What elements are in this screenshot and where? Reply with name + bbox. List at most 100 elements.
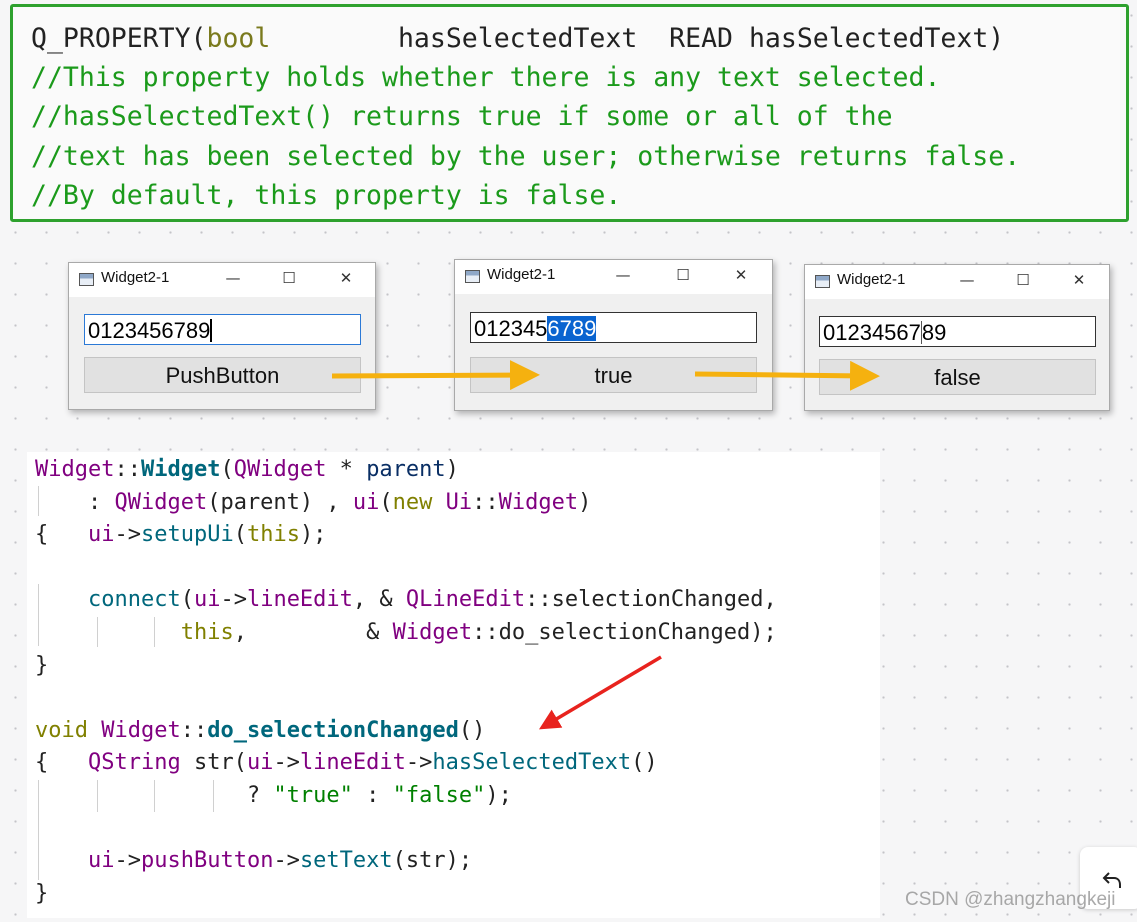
code-token: QWidget	[233, 457, 327, 482]
code-token: Widget	[140, 457, 221, 482]
line-edit[interactable]: 0123456789	[84, 314, 361, 345]
code-token: ::	[472, 489, 499, 515]
source-code-panel: Widget::Widget(QWidget * parent) : QWidg…	[27, 452, 880, 918]
window-titlebar[interactable]: Widget2-1 — ☐ ✕	[805, 265, 1109, 299]
code-token: ui	[352, 489, 380, 515]
window-titlebar[interactable]: Widget2-1 — ☐ ✕	[69, 263, 375, 297]
code-token: QLineEdit	[405, 587, 526, 613]
code-token: )	[578, 489, 592, 515]
code-token: ::	[180, 717, 208, 743]
code-token: (parent) ,	[207, 489, 353, 515]
line-edit-text-after: 89	[921, 320, 947, 345]
line-edit-text: 0123456789	[88, 318, 211, 343]
code-token: }	[35, 652, 49, 678]
minimize-icon[interactable]: —	[613, 264, 633, 286]
code-token: ->	[220, 587, 247, 613]
code-token: );	[299, 522, 327, 548]
code-token: QWidget	[114, 489, 208, 515]
code-token: Widget	[498, 489, 579, 515]
line-edit-text: 012345	[474, 316, 548, 341]
code-token: hasSelectedText	[432, 750, 632, 776]
code-token: :	[35, 489, 115, 515]
code-token: pushButton	[140, 848, 274, 874]
q-property-macro: Q_PROPERTY(	[31, 23, 207, 54]
code-token: , &	[233, 619, 393, 645]
code-token: ->	[114, 848, 141, 874]
code-token: )	[445, 457, 459, 482]
code-token: Widget	[35, 457, 115, 482]
code-token: (	[233, 522, 247, 548]
code-token: Widget	[101, 717, 181, 743]
window-title: Widget2-1	[487, 266, 556, 283]
push-button[interactable]: PushButton	[84, 357, 361, 393]
bool-type: bool	[206, 23, 271, 54]
code-token: ui	[246, 750, 274, 776]
code-token: "false"	[392, 782, 486, 808]
code-token: (	[180, 587, 194, 613]
code-token: setText	[299, 848, 393, 874]
source-code: Widget::Widget(QWidget * parent) : QWidg…	[27, 452, 880, 910]
selected-text: 6789	[547, 316, 597, 341]
code-token: ?	[35, 782, 274, 808]
code-token: Ui	[445, 489, 473, 515]
code-token: ::	[114, 457, 141, 482]
code-token: (	[220, 457, 234, 482]
code-token: str(	[180, 750, 247, 776]
code-token: ()	[458, 717, 486, 743]
code-token: ()	[631, 750, 658, 776]
minimize-icon[interactable]: —	[957, 269, 977, 291]
code-token: do_selectionChanged	[207, 717, 459, 743]
code-token: this	[246, 522, 300, 548]
code-token: this	[180, 619, 234, 645]
app-window-icon	[815, 275, 830, 288]
push-button[interactable]: false	[819, 359, 1096, 395]
close-icon[interactable]: ✕	[731, 264, 751, 286]
code-token: ->	[114, 522, 141, 548]
widget-window-deselected: Widget2-1 — ☐ ✕ 0123456789 false	[804, 264, 1110, 411]
code-token: ui	[87, 522, 115, 548]
close-icon[interactable]: ✕	[1069, 269, 1089, 291]
code-token: ->	[405, 750, 433, 776]
widget-window-initial: Widget2-1 — ☐ ✕ 0123456789 PushButton	[68, 262, 376, 410]
code-token: (	[379, 489, 393, 515]
code-token: lineEdit	[246, 587, 353, 613]
csdn-watermark: CSDN @zhangzhangkeji	[905, 889, 1116, 910]
maximize-icon[interactable]: ☐	[1013, 269, 1033, 291]
code-token: ::do_selectionChanged);	[472, 619, 777, 645]
code-token: ::selectionChanged,	[525, 587, 777, 613]
code-token: ui	[193, 587, 221, 613]
app-window-icon	[79, 273, 94, 286]
push-button[interactable]: true	[470, 357, 757, 393]
code-token: lineEdit	[299, 750, 406, 776]
code-token: );	[485, 782, 512, 808]
line-edit[interactable]: 0123456789	[470, 312, 757, 343]
app-window-icon	[465, 270, 480, 283]
line-edit[interactable]: 0123456789	[819, 316, 1096, 347]
text-caret	[210, 319, 212, 342]
undo-icon	[1102, 872, 1121, 888]
property-decl: hasSelectedText READ hasSelectedText)	[270, 23, 1005, 54]
close-icon[interactable]: ✕	[336, 267, 356, 289]
code-token: Widget	[392, 619, 473, 645]
code-token: , &	[352, 587, 406, 613]
code-token: connect	[87, 587, 181, 613]
code-token: ui	[87, 848, 115, 874]
code-token: "true"	[273, 782, 353, 808]
code-token: :	[352, 782, 393, 808]
code-token: ->	[273, 750, 300, 776]
maximize-icon[interactable]: ☐	[673, 264, 693, 286]
code-token: new	[392, 489, 433, 515]
maximize-icon[interactable]: ☐	[279, 267, 299, 289]
window-titlebar[interactable]: Widget2-1 — ☐ ✕	[455, 260, 772, 294]
code-token: void	[35, 717, 88, 743]
code-token: {	[35, 750, 88, 776]
window-title: Widget2-1	[837, 271, 906, 288]
code-token: setupUi	[140, 522, 234, 548]
minimize-icon[interactable]: —	[223, 267, 243, 289]
code-token: QString	[87, 750, 181, 776]
